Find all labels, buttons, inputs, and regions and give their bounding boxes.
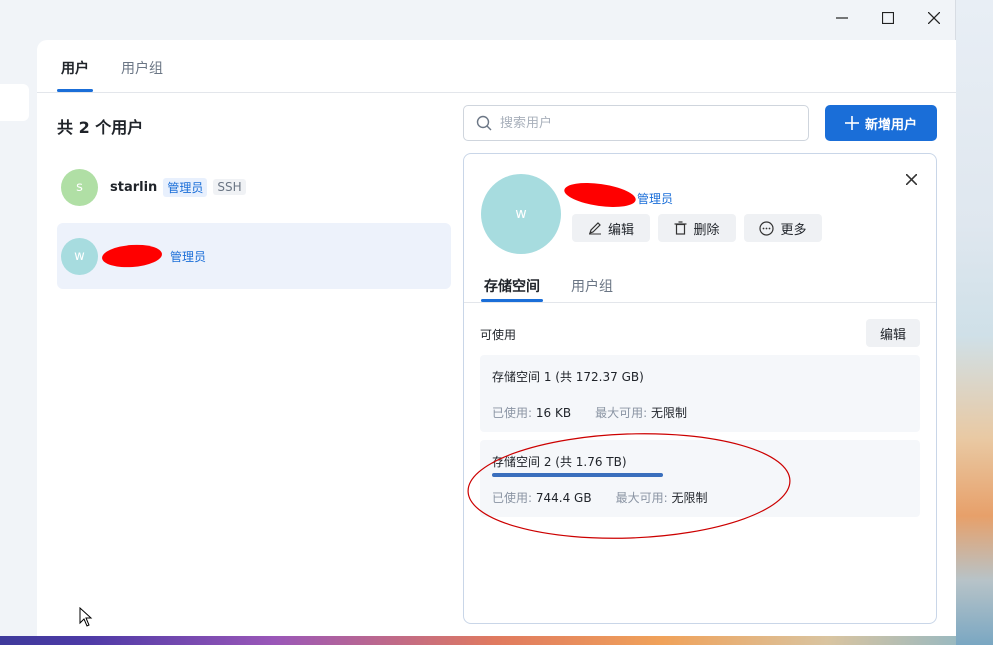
active-subtab-indicator — [481, 299, 543, 302]
volume-stats: 已使用: 16 KB 最大可用: 无限制 — [492, 404, 687, 421]
maximize-button[interactable] — [865, 0, 911, 36]
used-label: 已使用: — [492, 406, 533, 420]
delete-label: 删除 — [693, 222, 720, 238]
used-value: 16 KB — [535, 406, 572, 420]
redacted-username — [101, 242, 163, 270]
max-value: 无限制 — [650, 406, 687, 420]
main-tabs: 用户 用户组 — [37, 40, 956, 93]
close-detail-button[interactable] — [901, 169, 921, 189]
avatar: w — [61, 237, 98, 275]
plus-icon — [844, 116, 859, 130]
edit-label: 编辑 — [607, 222, 634, 238]
redacted-username — [562, 179, 638, 211]
sidebar-fragment — [0, 84, 29, 121]
close-icon — [905, 173, 917, 185]
red-annotation-ellipse — [467, 433, 791, 539]
search-icon — [476, 115, 492, 131]
available-label: 可使用 — [480, 328, 517, 342]
title-bar — [0, 0, 956, 38]
avatar: s — [61, 168, 98, 206]
detail-avatar: w — [481, 174, 561, 254]
add-user-label: 新增用户 — [864, 117, 917, 133]
user-row-w[interactable]: w 管理员 — [57, 223, 451, 289]
more-label: 更多 — [780, 222, 807, 238]
search-input[interactable] — [500, 115, 790, 131]
admin-badge: 管理员 — [170, 249, 207, 264]
ssh-badge: SSH — [213, 179, 246, 195]
close-window-button[interactable] — [911, 0, 957, 36]
more-button[interactable]: 更多 — [744, 214, 822, 242]
pencil-icon — [588, 222, 601, 235]
volume-title: 存储空间 1 (共 172.37 GB) — [492, 370, 644, 384]
max-label: 最大可用: — [595, 406, 648, 420]
close-icon — [928, 12, 940, 24]
delete-user-button[interactable]: 删除 — [658, 214, 736, 242]
user-count: 共 2 个用户 — [57, 118, 144, 137]
maximize-icon — [882, 12, 894, 24]
admin-badge: 管理员 — [163, 177, 208, 197]
mouse-cursor-icon — [79, 607, 93, 627]
storage-volume-card: 存储空间 1 (共 172.37 GB) 已使用: 16 KB 最大可用: 无限… — [480, 355, 920, 432]
detail-tabs: 存储空间 用户组 — [464, 268, 936, 303]
search-box[interactable] — [463, 105, 809, 141]
edit-user-button[interactable]: 编辑 — [572, 214, 650, 242]
add-user-button[interactable]: 新增用户 — [825, 105, 937, 141]
desktop-wallpaper — [956, 0, 993, 645]
tab-users[interactable]: 用户 — [61, 58, 89, 78]
trash-icon — [674, 221, 687, 235]
role-badge: 管理员 — [637, 192, 674, 206]
tab-storage[interactable]: 存储空间 — [484, 276, 540, 296]
edit-quota-button[interactable]: 编辑 — [866, 319, 920, 347]
minimize-button[interactable] — [819, 0, 865, 36]
app-window: 用户 用户组 共 2 个用户 s starlin 管理员 SSH w 管理员 新… — [0, 0, 956, 636]
user-row-starlin[interactable]: s starlin 管理员 SSH — [57, 154, 451, 220]
minimize-icon — [836, 17, 848, 19]
more-icon — [759, 220, 775, 236]
user-detail-card: w 管理员 编辑 删除 更多 存储空间 用户组 可使用 编辑 存储空间 1 (共… — [463, 153, 937, 624]
username: starlin — [110, 179, 158, 195]
tab-user-groups[interactable]: 用户组 — [121, 58, 163, 78]
users-panel: 用户 用户组 共 2 个用户 s starlin 管理员 SSH w 管理员 新… — [37, 40, 956, 636]
active-tab-indicator — [57, 89, 93, 92]
tab-detail-user-groups[interactable]: 用户组 — [571, 276, 613, 296]
